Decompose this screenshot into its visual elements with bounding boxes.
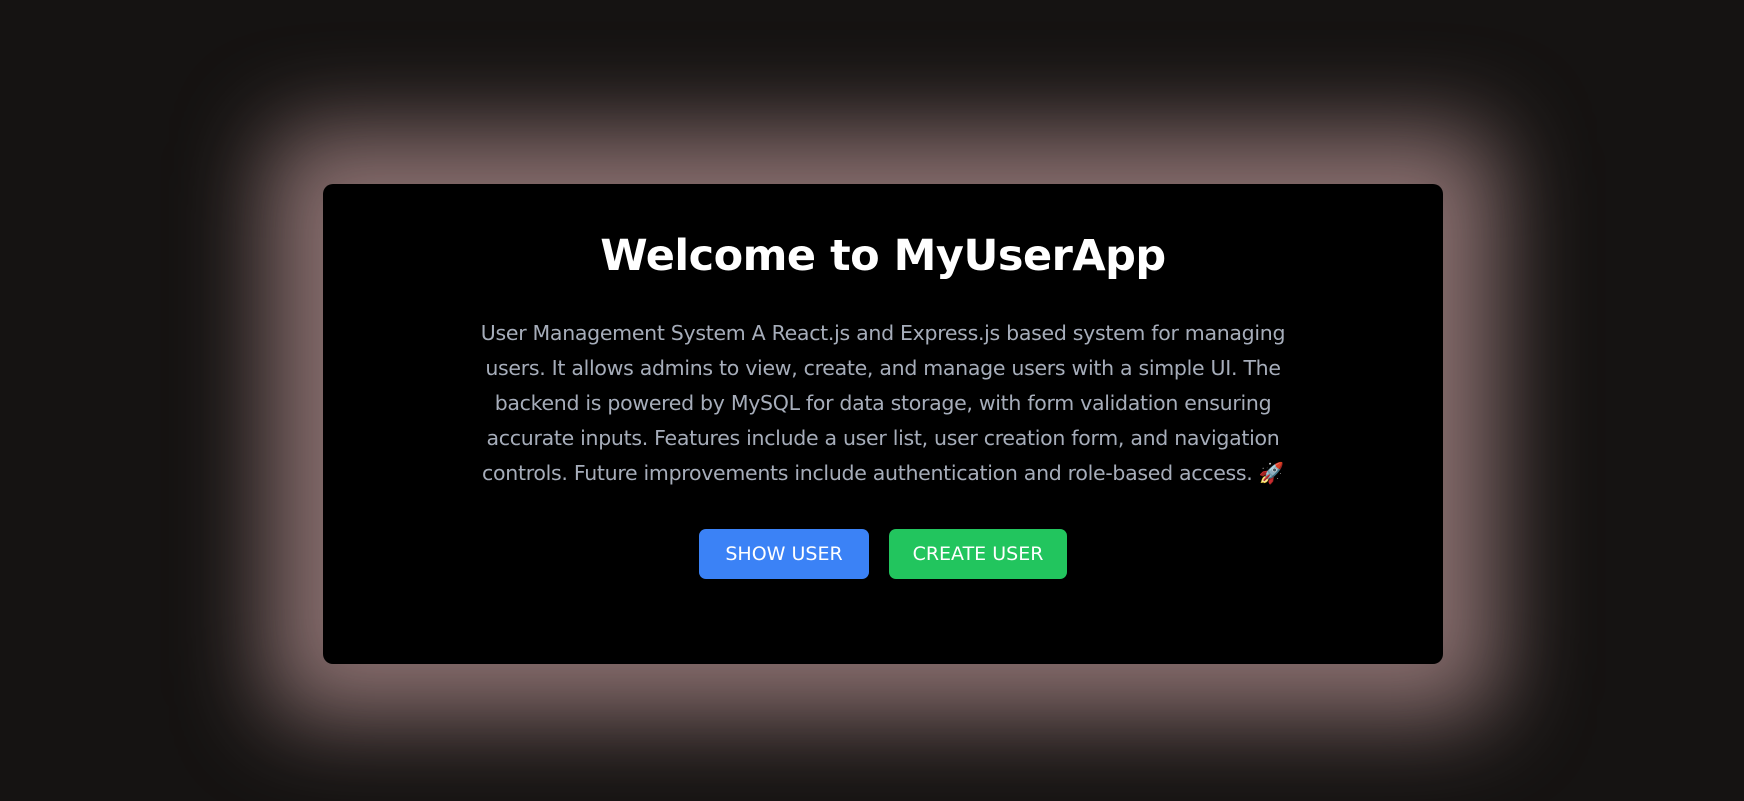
- create-user-button[interactable]: CREATE USER: [889, 529, 1067, 579]
- show-user-button[interactable]: SHOW USER: [699, 529, 869, 579]
- action-buttons: SHOW USER CREATE USER: [323, 529, 1443, 579]
- welcome-card: Welcome to MyUserApp User Management Sys…: [323, 184, 1443, 664]
- page-background: Welcome to MyUserApp User Management Sys…: [0, 0, 1744, 801]
- app-description: User Management System A React.js and Ex…: [480, 321, 1286, 485]
- page-title: Welcome to MyUserApp: [600, 231, 1166, 281]
